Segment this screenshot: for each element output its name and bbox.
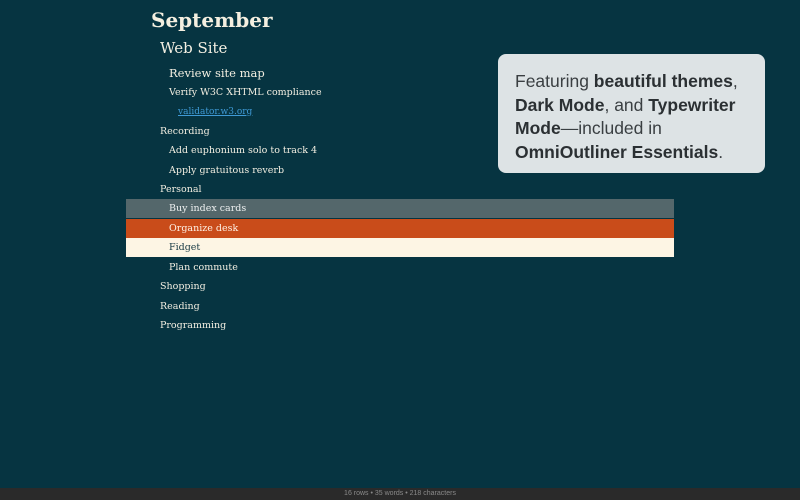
callout-text-4: —included in	[560, 118, 662, 138]
callout-bold-dark-mode: Dark Mode	[515, 94, 605, 115]
callout-text-5: .	[718, 141, 724, 162]
callout-bold-themes: beautiful themes	[593, 71, 733, 91]
callout-text-3: , and	[604, 94, 649, 115]
row-text: Recording	[160, 126, 210, 137]
outline-row-plan-commute[interactable]: Plan commute	[126, 258, 674, 277]
row-text: Plan commute	[169, 262, 238, 273]
outline-row-buy-index-cards[interactable]: Buy index cards	[126, 199, 674, 218]
row-text: Personal	[160, 184, 202, 195]
validator-link[interactable]: validator.w3.org	[178, 107, 252, 117]
outline-row-organize-desk[interactable]: Organize desk	[126, 219, 674, 238]
outline-row-personal[interactable]: Personal	[126, 180, 674, 199]
row-text: Apply gratuitous reverb	[169, 165, 285, 176]
row-text: Web Site	[160, 38, 228, 57]
callout-bold-essentials: OmniOutliner Essentials	[515, 141, 719, 162]
outline-row-programming[interactable]: Programming	[126, 316, 674, 335]
callout-text-1: Featuring	[515, 71, 594, 91]
status-counts: 16 rows • 35 words • 218 characters	[344, 490, 456, 497]
outline-row-reading[interactable]: Reading	[126, 297, 674, 316]
row-text: Organize desk	[169, 223, 239, 234]
row-text: Add euphonium solo to track 4	[169, 145, 318, 156]
row-text: Review site map	[169, 65, 265, 80]
row-text: Buy index cards	[169, 203, 247, 214]
row-text: Reading	[160, 301, 200, 312]
status-bar: 16 rows • 35 words • 218 characters	[0, 488, 800, 500]
outline-title[interactable]: September	[151, 8, 273, 32]
callout-text-2: ,	[732, 71, 738, 91]
outline-row-shopping[interactable]: Shopping	[126, 277, 674, 296]
row-text: Fidget	[169, 242, 201, 253]
outline-row-fidget[interactable]: Fidget	[126, 238, 674, 257]
row-text: Verify W3C XHTML compliance	[169, 87, 322, 98]
row-text: Shopping	[160, 281, 206, 292]
row-text: Programming	[160, 320, 227, 331]
promo-callout: Featuring beautiful themes, Dark Mode, a…	[498, 54, 765, 173]
